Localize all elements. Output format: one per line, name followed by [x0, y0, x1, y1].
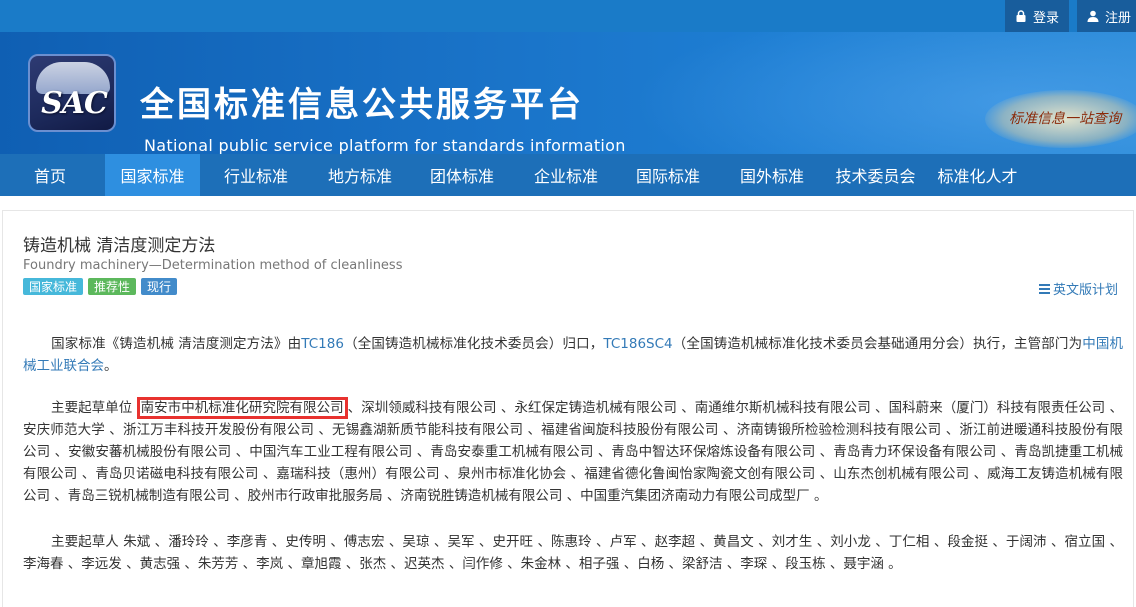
- nav-item-committee[interactable]: 技术委员会: [828, 154, 923, 196]
- drafting-units-paragraph: 主要起草单位 南安市中机标准化研究院有限公司 、深圳领威科技有限公司 、永红保定铸…: [23, 397, 1123, 507]
- nav-item-home[interactable]: 首页: [20, 154, 80, 196]
- english-plan-label: 英文版计划: [1053, 283, 1119, 298]
- user-icon: [1087, 10, 1099, 22]
- nav-item-group[interactable]: 团体标准: [416, 154, 508, 196]
- sac-logo[interactable]: SAC: [28, 54, 116, 132]
- badge-group: 国家标准 推荐性 现行: [23, 278, 178, 295]
- login-button[interactable]: 登录: [1005, 0, 1069, 32]
- description-paragraph: 国家标准《铸造机械 清洁度测定方法》由TC186（全国铸造机械标准化技术委员会）…: [23, 333, 1123, 377]
- nav-item-national[interactable]: 国家标准: [105, 154, 200, 196]
- standard-title-en: Foundry machinery—Determination method o…: [23, 258, 403, 273]
- site-title: 全国标准信息公共服务平台: [140, 85, 584, 125]
- nav-item-talent[interactable]: 标准化人才: [930, 154, 1025, 196]
- register-label: 注册: [1104, 10, 1131, 26]
- badge-current: 现行: [141, 278, 178, 295]
- drafters-paragraph: 主要起草人 朱斌 、潘玲玲 、李彦青 、史传明 、傅志宏 、吴琼 、吴军 、史开…: [23, 531, 1123, 575]
- slogan: 标准信息一站查询: [1009, 111, 1121, 127]
- standard-title: 铸造机械 清洁度测定方法: [23, 236, 216, 256]
- main-nav: 首页 国家标准 行业标准 地方标准 团体标准 企业标准 国际标准 国外标准 技术…: [0, 154, 1136, 196]
- sc-link[interactable]: TC186SC4: [603, 336, 672, 352]
- nav-item-local[interactable]: 地方标准: [314, 154, 406, 196]
- nav-item-international[interactable]: 国际标准: [622, 154, 714, 196]
- drafting-units-label: 主要起草单位: [51, 400, 133, 416]
- badge-national: 国家标准: [23, 278, 84, 295]
- sc-name: （全国铸造机械标准化技术委员会基础通用分会）执行，主管部门为: [672, 336, 1083, 352]
- drafters-list: 朱斌 、潘玲玲 、李彦青 、史传明 、傅志宏 、吴琼 、吴军 、史开旺 、陈惠玲…: [23, 534, 1124, 572]
- tc-name: （全国铸造机械标准化技术委员会）归口，: [343, 336, 604, 352]
- site-subtitle: National public service platform for sta…: [144, 136, 626, 154]
- list-icon: [1039, 283, 1050, 294]
- highlighted-drafting-unit: 南安市中机标准化研究院有限公司: [136, 397, 348, 419]
- standard-detail-panel: 铸造机械 清洁度测定方法 Foundry machinery—Determina…: [2, 210, 1134, 607]
- nav-item-enterprise[interactable]: 企业标准: [520, 154, 612, 196]
- nav-item-industry[interactable]: 行业标准: [210, 154, 302, 196]
- register-button[interactable]: 注册: [1077, 0, 1136, 32]
- login-label: 登录: [1032, 10, 1059, 26]
- dept-suffix: 。: [104, 358, 118, 374]
- lock-icon: [1016, 10, 1026, 22]
- header-banner: SAC 全国标准信息公共服务平台 National public service…: [0, 32, 1136, 154]
- top-bar: 登录 注册: [0, 0, 1136, 32]
- desc-prefix: 国家标准《铸造机械 清洁度测定方法》由: [51, 336, 302, 352]
- drafters-label: 主要起草人: [51, 534, 119, 550]
- nav-item-foreign[interactable]: 国外标准: [726, 154, 818, 196]
- badge-recommended: 推荐性: [88, 278, 137, 295]
- english-plan-link[interactable]: 英文版计划: [1039, 279, 1118, 298]
- logo-text: SAC: [41, 86, 108, 121]
- tc-link[interactable]: TC186: [301, 336, 344, 352]
